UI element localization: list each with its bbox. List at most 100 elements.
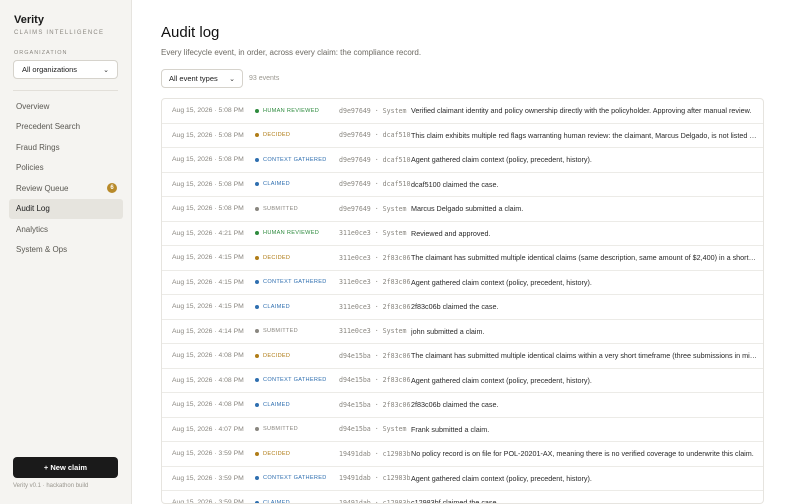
version-text: Verity v0.1 · hackathon build: [13, 483, 89, 489]
status-dot-icon: [255, 133, 259, 138]
event-type-label: CLAIMED: [263, 181, 290, 188]
page-subtitle: Every lifecycle event, in order, across …: [161, 48, 422, 57]
table-row[interactable]: Aug 15, 2026 · 4:08 PM DECIDED d94e15ba · …: [162, 344, 763, 369]
event-time: Aug 15, 2026 · 4:21 PM: [172, 229, 244, 237]
table-row[interactable]: Aug 15, 2026 · 5:08 PM SUBMITTED d9e97649 …: [162, 197, 763, 222]
sidebar-item-overview[interactable]: Overview: [9, 96, 123, 117]
event-actor: 311e0ce3 · 2f83c06b: [339, 253, 411, 262]
event-count: 93 events: [249, 75, 280, 82]
table-row[interactable]: Aug 15, 2026 · 5:08 PM CLAIMED d9e97649 · …: [162, 173, 763, 197]
chevron-down-icon: ⌄: [103, 66, 109, 74]
event-time: Aug 15, 2026 · 3:59 PM: [172, 474, 244, 482]
status-dot-icon: [255, 206, 259, 211]
event-time: Aug 15, 2026 · 4:15 PM: [172, 303, 244, 311]
event-type-label: CONTEXT GATHERED: [263, 156, 327, 163]
event-message: The claimant has submitted multiple iden…: [411, 253, 763, 263]
event-message: Agent gathered claim context (policy, pr…: [411, 155, 592, 165]
sidebar-item-label: Review Queue: [16, 183, 69, 193]
event-type-label: DECIDED: [263, 132, 291, 139]
event-time: Aug 15, 2026 · 4:15 PM: [172, 254, 244, 262]
table-row[interactable]: Aug 15, 2026 · 3:59 PM DECIDED 19491dab · …: [162, 442, 763, 467]
sidebar-item-review-queue[interactable]: Review Queue 6: [9, 178, 123, 199]
event-type-label: DECIDED: [263, 450, 291, 457]
table-row[interactable]: Aug 15, 2026 · 3:59 PM CONTEXT GATHERED 19…: [162, 467, 763, 491]
status-dot-icon: [255, 157, 259, 162]
brand-subtitle: CLAIMS INTELLIGENCE: [14, 30, 105, 36]
event-time: Aug 15, 2026 · 5:08 PM: [172, 131, 244, 139]
sidebar-item-label: System & Ops: [16, 245, 68, 255]
table-row[interactable]: Aug 15, 2026 · 4:21 PM HUMAN REVIEWED 311e…: [162, 222, 763, 246]
organization-select[interactable]: All organizations ⌄: [13, 60, 118, 79]
sidebar-item-label: Precedent Search: [16, 122, 81, 132]
organization-select-value: All organizations: [22, 65, 78, 74]
event-message: 2f83c06b claimed the case.: [411, 400, 499, 410]
status-dot-icon: [255, 329, 259, 334]
table-row[interactable]: Aug 15, 2026 · 4:08 PM CONTEXT GATHERED d9…: [162, 369, 763, 393]
event-type-label: SUBMITTED: [263, 328, 299, 335]
count-badge: 6: [107, 183, 117, 194]
event-type-label: HUMAN REVIEWED: [263, 107, 320, 114]
event-type-label: SUBMITTED: [263, 426, 299, 433]
event-actor: d9e97649 · dcaf5100: [339, 131, 411, 140]
event-type-label: DECIDED: [263, 352, 291, 359]
event-type-label: CONTEXT GATHERED: [263, 475, 327, 482]
event-time: Aug 15, 2026 · 5:08 PM: [172, 205, 244, 213]
event-type-badge: CLAIMED: [255, 181, 339, 187]
sidebar-item-system-ops[interactable]: System & Ops: [9, 240, 123, 261]
status-dot-icon: [255, 108, 259, 113]
status-dot-icon: [255, 255, 259, 260]
event-type-badge: SUBMITTED: [255, 328, 339, 334]
event-time: Aug 15, 2026 · 3:59 PM: [172, 499, 244, 504]
event-actor: d94e15ba · 2f83c06b: [339, 400, 411, 409]
event-time: Aug 15, 2026 · 4:08 PM: [172, 376, 244, 384]
status-dot-icon: [255, 182, 259, 187]
event-actor: 311e0ce3 · System: [339, 229, 407, 238]
sidebar-item-precedent-search[interactable]: Precedent Search: [9, 117, 123, 138]
event-type-badge: DECIDED: [255, 353, 339, 359]
status-dot-icon: [255, 402, 259, 407]
event-message: 2f83c06b claimed the case.: [411, 302, 499, 312]
event-message: Verified claimant identity and policy ow…: [411, 106, 752, 116]
event-time: Aug 15, 2026 · 4:08 PM: [172, 401, 244, 409]
event-type-label: HUMAN REVIEWED: [263, 230, 320, 237]
table-row[interactable]: Aug 15, 2026 · 4:15 PM CLAIMED 311e0ce3 · …: [162, 295, 763, 320]
event-type-badge: SUBMITTED: [255, 206, 339, 212]
sidebar-item-audit-log[interactable]: Audit Log: [9, 198, 123, 219]
event-type-filter[interactable]: All event types ⌄: [161, 69, 243, 88]
event-message: Reviewed and approved.: [411, 228, 491, 238]
event-type-badge: DECIDED: [255, 451, 339, 457]
event-actor: 19491dab · c12983bf: [339, 449, 411, 458]
table-row[interactable]: Aug 15, 2026 · 4:15 PM CONTEXT GATHERED 31…: [162, 271, 763, 295]
table-row[interactable]: Aug 15, 2026 · 5:08 PM DECIDED d9e97649 · …: [162, 124, 763, 148]
table-row[interactable]: Aug 15, 2026 · 4:07 PM SUBMITTED d94e15ba …: [162, 418, 763, 442]
sidebar-item-policies[interactable]: Policies: [9, 158, 123, 179]
table-row[interactable]: Aug 15, 2026 · 5:08 PM CONTEXT GATHERED d9…: [162, 148, 763, 173]
sidebar-item-label: Audit Log: [16, 204, 50, 214]
event-message: The claimant has submitted multiple iden…: [411, 351, 763, 361]
event-type-label: CLAIMED: [263, 303, 290, 310]
table-row[interactable]: Aug 15, 2026 · 4:14 PM SUBMITTED 311e0ce3 …: [162, 320, 763, 344]
table-row[interactable]: Aug 15, 2026 · 4:08 PM CLAIMED d94e15ba · …: [162, 393, 763, 418]
event-actor: d94e15ba · 2f83c06b: [339, 351, 411, 360]
sidebar-item-label: Fraud Rings: [16, 142, 60, 152]
event-message: john submitted a claim.: [411, 326, 485, 336]
status-dot-icon: [255, 378, 259, 383]
sidebar-item-fraud-rings[interactable]: Fraud Rings: [9, 137, 123, 158]
event-type-badge: SUBMITTED: [255, 426, 339, 432]
event-actor: 19491dab · c12983bf: [339, 498, 411, 504]
event-actor: 311e0ce3 · 2f83c06b: [339, 302, 411, 311]
page-title: Audit log: [161, 24, 220, 41]
sidebar-item-analytics[interactable]: Analytics: [9, 219, 123, 240]
table-row[interactable]: Aug 15, 2026 · 5:08 PM HUMAN REVIEWED d9e9…: [162, 99, 763, 124]
event-type-filter-value: All event types: [169, 74, 218, 83]
table-row[interactable]: Aug 15, 2026 · 3:59 PM CLAIMED 19491dab · …: [162, 491, 763, 504]
status-dot-icon: [255, 304, 259, 309]
event-message: Agent gathered claim context (policy, pr…: [411, 375, 592, 385]
table-row[interactable]: Aug 15, 2026 · 4:15 PM DECIDED 311e0ce3 · …: [162, 246, 763, 271]
event-type-label: CONTEXT GATHERED: [263, 377, 327, 384]
event-message: Frank submitted a claim.: [411, 424, 490, 434]
event-actor: d9e97649 · System: [339, 204, 407, 213]
event-type-label: CONTEXT GATHERED: [263, 279, 327, 286]
event-message: Agent gathered claim context (policy, pr…: [411, 473, 592, 483]
new-claim-button[interactable]: + New claim: [13, 457, 118, 478]
